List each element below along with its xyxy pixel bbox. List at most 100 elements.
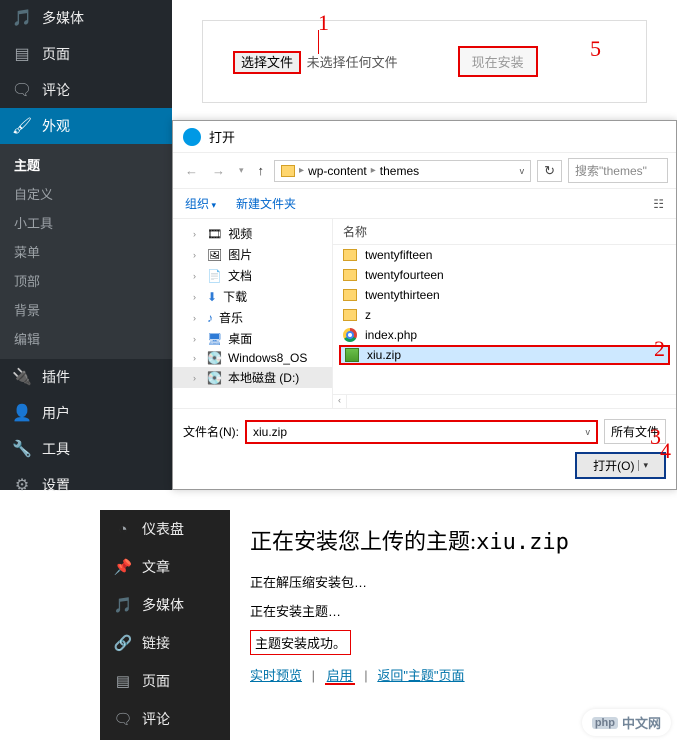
path-seg[interactable]: wp-content — [308, 164, 367, 178]
desktop-icon: 🖥 — [207, 332, 222, 346]
tree-item-osdrive[interactable]: ›💽Windows8_OS — [173, 349, 332, 367]
tree-item-pictures[interactable]: ›🖼图片 — [173, 244, 332, 265]
sub-theme[interactable]: 主题 — [0, 150, 172, 179]
nav-back-icon[interactable]: ← — [181, 161, 202, 180]
tree-item-documents[interactable]: ›📄文档 — [173, 265, 332, 286]
folder-icon — [281, 165, 295, 177]
file-row[interactable]: index.php — [333, 325, 676, 345]
tree-item-desktop[interactable]: ›🖥桌面 — [173, 328, 332, 349]
open-button[interactable]: 打开(O)▾ — [575, 452, 666, 479]
sidebar-item-label: 工具 — [42, 439, 70, 459]
file-name: xiu.zip — [367, 348, 401, 362]
file-row[interactable]: z — [333, 305, 676, 325]
sidebar-item-label: 文章 — [142, 557, 170, 577]
sidebar-item-tools[interactable]: 🔧 工具 — [0, 431, 172, 467]
file-row[interactable]: twentyfourteen — [333, 265, 676, 285]
link-return[interactable]: 返回"主题"页面 — [377, 668, 464, 683]
filename-label: 文件名(N): — [183, 423, 239, 440]
chevron-right-icon: ▸ — [371, 165, 376, 176]
link-separator: | — [312, 668, 315, 683]
sidebar-item-links[interactable]: 🔗链接 — [100, 624, 230, 662]
view-mode-button[interactable]: ☷ — [653, 197, 664, 211]
file-row[interactable]: twentythirteen — [333, 285, 676, 305]
no-file-text: 未选择任何文件 — [307, 55, 398, 70]
dialog-navbar: ← → ▾ ↑ ▸ wp-content ▸ themes v ↻ 搜索"the… — [173, 153, 676, 189]
sub-menus[interactable]: 菜单 — [0, 237, 172, 266]
caret-icon: › — [193, 292, 201, 302]
sidebar-item-posts[interactable]: 📌文章 — [100, 548, 230, 586]
sidebar-item-label: 多媒体 — [42, 8, 84, 28]
dropdown-icon[interactable]: v — [585, 427, 590, 437]
choose-file-button[interactable]: 选择文件 — [233, 51, 301, 74]
sidebar-item-plugins[interactable]: 🔌插件 — [0, 359, 172, 395]
wrench-icon: 🔧 — [12, 439, 32, 459]
install-result-panel: 正在安装您上传的主题:xiu.zip 正在解压缩安装包… 正在安装主题… 主题安… — [230, 510, 677, 740]
filename-input[interactable]: xiu.zipv — [245, 420, 598, 444]
install-now-button[interactable]: 现在安装 — [458, 46, 538, 77]
watermark-tag: php — [592, 717, 618, 729]
tree-item-ddrive[interactable]: ›💽本地磁盘 (D:) — [173, 367, 332, 388]
link-preview[interactable]: 实时预览 — [250, 668, 302, 683]
new-folder-button[interactable]: 新建文件夹 — [236, 195, 296, 212]
file-row[interactable]: twentyfifteen — [333, 245, 676, 265]
caret-icon: › — [193, 313, 201, 323]
caret-icon: › — [193, 334, 201, 344]
path-breadcrumb[interactable]: ▸ wp-content ▸ themes v — [274, 160, 531, 182]
gauge-icon: ◔ — [114, 521, 132, 538]
column-header-name[interactable]: 名称 — [333, 219, 676, 245]
document-icon: 📄 — [207, 269, 222, 283]
tree-item-videos[interactable]: ›🎞视频 — [173, 223, 332, 244]
dialog-app-icon — [183, 128, 201, 146]
sidebar-item-users[interactable]: 👤用户 — [0, 395, 172, 431]
path-dropdown-icon[interactable]: v — [520, 166, 525, 176]
filetype-dropdown[interactable]: 所有文件 — [604, 419, 666, 444]
sidebar-item-media[interactable]: 🎵多媒体 — [100, 586, 230, 624]
user-icon: 👤 — [12, 403, 32, 423]
tree-item-downloads[interactable]: ›⬇下载 — [173, 286, 332, 307]
tree-item-music[interactable]: ›♪音乐 — [173, 307, 332, 328]
dialog-title: 打开 — [209, 127, 235, 146]
image-icon: 🖼 — [207, 248, 222, 262]
video-icon: 🎞 — [207, 227, 222, 241]
sidebar-item-settings[interactable]: ⚙设置 — [0, 467, 172, 503]
search-input[interactable]: 搜索"themes" — [568, 158, 668, 183]
sub-editor[interactable]: 编辑 — [0, 324, 172, 353]
appearance-submenu: 主题 自定义 小工具 菜单 顶部 背景 编辑 — [0, 144, 172, 359]
folder-icon — [343, 269, 357, 281]
file-row-selected[interactable]: xiu.zip — [339, 345, 670, 365]
sidebar-item-comments[interactable]: 🗨评论 — [100, 700, 230, 738]
drive-icon: 💽 — [207, 371, 222, 385]
nav-up-icon[interactable]: ↑ — [254, 161, 269, 180]
sub-background[interactable]: 背景 — [0, 295, 172, 324]
file-list-panel: 名称 twentyfifteen twentyfourteen twentyth… — [333, 219, 676, 408]
tree-label: 文档 — [228, 267, 252, 284]
watermark-text: 中文网 — [622, 713, 661, 732]
path-seg[interactable]: themes — [380, 164, 419, 178]
chevron-right-icon: ▸ — [299, 165, 304, 176]
music-icon: ♪ — [207, 311, 213, 325]
sidebar-item-pages[interactable]: ▤页面 — [0, 36, 172, 72]
split-dropdown-icon[interactable]: ▾ — [638, 460, 648, 471]
caret-icon: › — [193, 353, 201, 363]
scroll-left-icon[interactable]: ‹ — [333, 395, 347, 408]
sidebar-item-appearance[interactable]: 🖌外观 — [0, 108, 172, 144]
sub-header[interactable]: 顶部 — [0, 266, 172, 295]
nav-forward-icon[interactable]: → — [208, 161, 229, 180]
sidebar-item-pages[interactable]: ▤页面 — [100, 662, 230, 700]
folder-icon — [343, 249, 357, 261]
nav-recent-icon[interactable]: ▾ — [235, 163, 248, 178]
media-icon: 🎵 — [114, 596, 132, 614]
file-name: index.php — [365, 328, 417, 342]
sub-widgets[interactable]: 小工具 — [0, 208, 172, 237]
link-activate[interactable]: 启用 — [325, 668, 355, 685]
file-list: twentyfifteen twentyfourteen twentythirt… — [333, 245, 676, 408]
sub-customize[interactable]: 自定义 — [0, 179, 172, 208]
action-links: 实时预览 | 启用 | 返回"主题"页面 — [250, 665, 657, 684]
organize-button[interactable]: 组织 — [185, 195, 216, 212]
sidebar-item-comments[interactable]: 🗨评论 — [0, 72, 172, 108]
horizontal-scrollbar[interactable]: ‹ — [333, 394, 676, 408]
sidebar-item-dashboard[interactable]: ◔仪表盘 — [100, 510, 230, 548]
refresh-button[interactable]: ↻ — [537, 160, 562, 182]
sidebar-item-media[interactable]: 🎵多媒体 — [0, 0, 172, 36]
tree-label: 下载 — [223, 288, 247, 305]
